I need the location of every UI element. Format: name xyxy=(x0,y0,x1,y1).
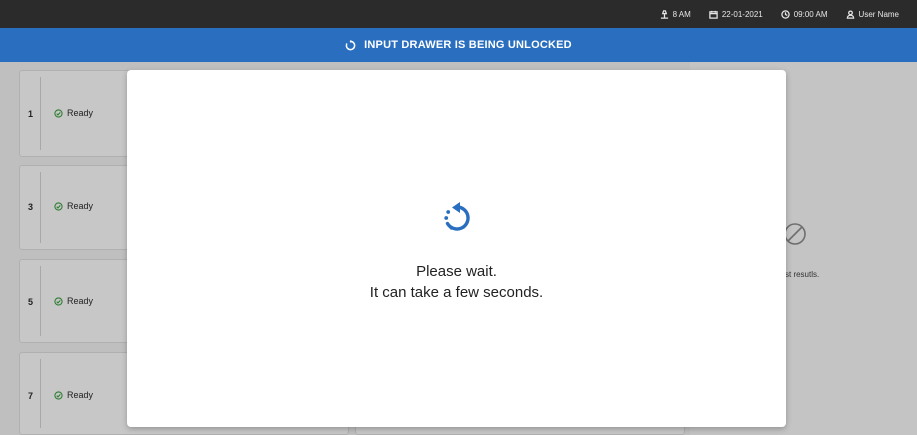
refresh-icon xyxy=(345,39,356,50)
check-circle-icon xyxy=(54,390,63,400)
status-label: Ready xyxy=(67,296,94,306)
position-number: 5 xyxy=(28,297,34,307)
date-value: 22-01-2021 xyxy=(721,9,763,19)
status-ready: Ready xyxy=(54,108,93,118)
user-name: User Name xyxy=(858,9,899,19)
position-number: 1 xyxy=(28,109,34,119)
calendar-icon xyxy=(709,10,718,19)
position-number: 7 xyxy=(28,391,34,401)
status-label: Ready xyxy=(67,390,94,400)
results-empty-text: st resutls. xyxy=(785,270,820,279)
check-circle-icon xyxy=(54,296,63,306)
card-divider xyxy=(40,172,41,243)
time-display: 09:00 AM xyxy=(781,10,828,19)
status-indicator: 8 AM xyxy=(660,10,691,19)
please-wait-dialog: Please wait. It can take a few seconds. xyxy=(127,70,786,427)
status-ready: Ready xyxy=(54,296,93,306)
status-label: Ready xyxy=(67,201,94,211)
check-circle-icon xyxy=(54,201,63,211)
status-indicator-value: 8 AM xyxy=(672,9,691,19)
status-label: Ready xyxy=(67,108,94,118)
unlock-banner: INPUT DRAWER IS BEING UNLOCKED xyxy=(0,28,917,62)
wait-message: Please wait. xyxy=(416,263,497,280)
card-divider xyxy=(40,359,41,428)
wait-submessage: It can take a few seconds. xyxy=(369,284,544,301)
loading-spinner-icon xyxy=(444,202,470,231)
check-circle-icon xyxy=(54,108,63,118)
top-status-bar: 8 AM 22-01-2021 09:00 AM User Name xyxy=(0,0,917,28)
position-number: 3 xyxy=(28,202,34,212)
date-display: 22-01-2021 xyxy=(709,10,763,19)
card-divider xyxy=(40,77,41,150)
user-menu[interactable]: User Name xyxy=(846,10,899,19)
status-ready: Ready xyxy=(54,390,93,400)
card-divider xyxy=(40,266,41,336)
lamp-icon xyxy=(660,9,668,19)
banner-text: INPUT DRAWER IS BEING UNLOCKED xyxy=(364,39,572,51)
user-icon xyxy=(846,9,854,19)
status-ready: Ready xyxy=(54,201,93,211)
time-value: 09:00 AM xyxy=(793,9,828,19)
clock-icon xyxy=(781,9,790,19)
